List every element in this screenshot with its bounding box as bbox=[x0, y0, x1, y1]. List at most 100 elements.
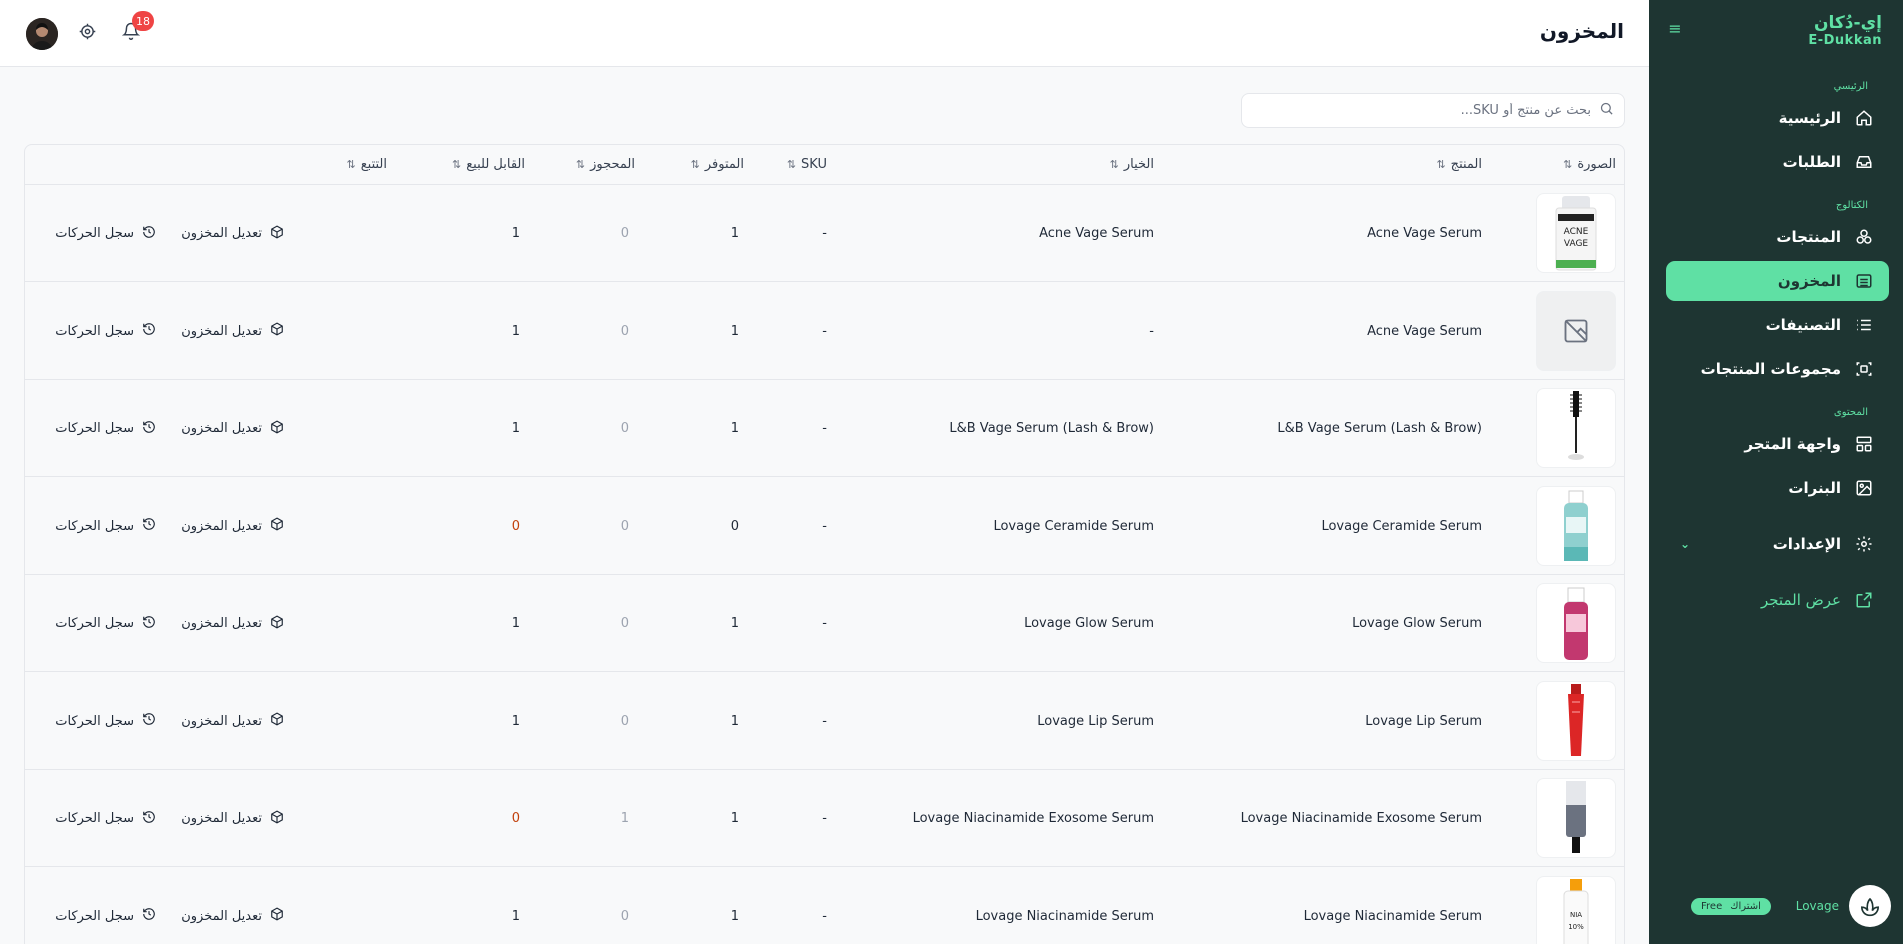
svg-text:VAGE: VAGE bbox=[1564, 239, 1589, 249]
svg-text:ACNE: ACNE bbox=[1564, 227, 1589, 237]
sidebar-item-home[interactable]: الرئيسية bbox=[1666, 98, 1889, 138]
brand-arabic: إي-دُكان bbox=[1814, 13, 1882, 33]
sidebar-item-label: مجموعات المنتجات bbox=[1700, 360, 1841, 378]
movement-history-label: سجل الحركات bbox=[55, 226, 134, 241]
variant-name: Lovage Lip Serum bbox=[1037, 713, 1154, 729]
available-value: 0 bbox=[730, 518, 739, 534]
edit-inventory-label: تعديل المخزون bbox=[181, 518, 262, 534]
cube-icon bbox=[270, 614, 284, 633]
sidebar-item-products[interactable]: المنتجات bbox=[1666, 217, 1889, 257]
store-name: Lovage bbox=[1795, 899, 1839, 913]
edit-inventory-label: تعديل المخزون bbox=[181, 616, 262, 631]
movement-history-button[interactable]: سجل الحركات bbox=[55, 673, 156, 770]
movement-history-label: سجل الحركات bbox=[55, 421, 134, 436]
movement-history-button[interactable]: سجل الحركات bbox=[55, 575, 156, 672]
store-logo-icon bbox=[1849, 885, 1891, 927]
edit-inventory-button[interactable]: تعديل المخزون bbox=[181, 283, 284, 380]
product-name: Lovage Lip Serum bbox=[1365, 713, 1482, 729]
notification-count-badge: 18 bbox=[132, 11, 154, 31]
table-header: الصورة ⇅ المنتج ⇅ الخيار ⇅ SKU ⇅ المتوفر ⇅ ال… bbox=[25, 145, 1624, 185]
settings-gear-icon[interactable] bbox=[76, 23, 96, 43]
edit-inventory-button[interactable]: تعديل المخزون bbox=[181, 185, 284, 282]
column-header-tracking[interactable]: التتبع ⇅ bbox=[347, 157, 387, 172]
sort-icon: ⇅ bbox=[452, 158, 462, 171]
sidebar-item-categories[interactable]: التصنيفات bbox=[1666, 305, 1889, 345]
column-label: الخيار bbox=[1123, 157, 1154, 172]
column-header-available[interactable]: المتوفر ⇅ bbox=[691, 157, 744, 172]
edit-inventory-button[interactable]: تعديل المخزون bbox=[181, 770, 284, 867]
sidebar-item-label: البنرات bbox=[1788, 479, 1841, 497]
external-link-icon bbox=[1853, 589, 1875, 611]
movement-history-button[interactable]: سجل الحركات bbox=[55, 770, 156, 867]
sku-value: - bbox=[822, 713, 827, 729]
column-header-variant[interactable]: الخيار ⇅ bbox=[1110, 157, 1154, 172]
variant-name: Lovage Niacinamide Exosome Serum bbox=[912, 811, 1154, 826]
menu-toggle-icon[interactable]: ≡ bbox=[1666, 20, 1684, 38]
sidebar-item-collections[interactable]: مجموعات المنتجات bbox=[1666, 349, 1889, 389]
search-input[interactable] bbox=[1242, 103, 1591, 118]
sidebar-item-storefront[interactable]: واجهة المتجر bbox=[1666, 424, 1889, 464]
history-icon bbox=[142, 712, 156, 730]
sku-value: - bbox=[822, 616, 827, 631]
section-label-content: المحتوى bbox=[1833, 407, 1868, 418]
column-label: المتوفر bbox=[704, 157, 744, 172]
column-header-image[interactable]: الصورة ⇅ bbox=[1563, 157, 1616, 172]
view-store-link[interactable]: عرض المتجر bbox=[1666, 580, 1889, 620]
variant-name: Lovage Glow Serum bbox=[1024, 616, 1154, 631]
sidebar-item-orders[interactable]: الطلبات bbox=[1666, 142, 1889, 182]
available-value: 1 bbox=[730, 323, 739, 339]
reserved-value: 0 bbox=[620, 616, 629, 631]
avatar[interactable] bbox=[26, 18, 58, 50]
available-value: 1 bbox=[730, 713, 739, 729]
search-box[interactable] bbox=[1241, 93, 1625, 128]
sellable-value: 1 bbox=[511, 323, 520, 339]
movement-history-label: سجل الحركات bbox=[55, 811, 134, 826]
brand-english: E-Dukkan bbox=[1808, 33, 1882, 48]
movement-history-button[interactable]: سجل الحركات bbox=[55, 478, 156, 575]
edit-inventory-button[interactable]: تعديل المخزون bbox=[181, 478, 284, 575]
store-profile[interactable]: Lovage اشتراك Free bbox=[1661, 884, 1891, 928]
product-name: Lovage Niacinamide Serum bbox=[1303, 908, 1482, 924]
history-icon bbox=[142, 225, 156, 243]
movement-history-label: سجل الحركات bbox=[55, 713, 134, 729]
movement-history-button[interactable]: سجل الحركات bbox=[55, 868, 156, 944]
chevron-down-icon: ⌄ bbox=[1680, 537, 1691, 551]
plan-value: Free bbox=[1701, 900, 1723, 912]
sidebar-item-inventory[interactable]: المخزون bbox=[1666, 261, 1889, 301]
product-name: L&B Vage Serum (Lash & Brow) bbox=[1277, 421, 1482, 436]
cube-icon bbox=[270, 517, 284, 535]
edit-inventory-label: تعديل المخزون bbox=[181, 811, 262, 826]
table-row: Lovage Glow Serum Lovage Glow Serum - 1 0 1 تع… bbox=[25, 575, 1624, 672]
edit-inventory-label: تعديل المخزون bbox=[181, 908, 262, 924]
movement-history-label: سجل الحركات bbox=[55, 616, 134, 631]
edit-inventory-button[interactable]: تعديل المخزون bbox=[181, 868, 284, 944]
variant-name: Lovage Niacinamide Serum bbox=[975, 908, 1154, 924]
brand-logo[interactable]: إي-دُكان E-Dukkan bbox=[1808, 14, 1882, 50]
cube-icon bbox=[270, 712, 284, 730]
history-icon bbox=[142, 907, 156, 925]
column-header-sku[interactable]: SKU ⇅ bbox=[787, 157, 827, 172]
image-icon bbox=[1853, 477, 1875, 499]
main-content: الصورة ⇅ المنتج ⇅ الخيار ⇅ SKU ⇅ المتوفر ⇅ ال… bbox=[0, 67, 1649, 944]
edit-inventory-label: تعديل المخزون bbox=[181, 713, 262, 729]
product-name: Lovage Glow Serum bbox=[1352, 616, 1482, 631]
plan-badge: اشتراك Free bbox=[1691, 897, 1771, 915]
movement-history-button[interactable]: سجل الحركات bbox=[55, 380, 156, 477]
column-header-reserved[interactable]: المحجوز ⇅ bbox=[576, 157, 635, 172]
history-icon bbox=[142, 615, 156, 633]
edit-inventory-button[interactable]: تعديل المخزون bbox=[181, 575, 284, 672]
product-thumbnail bbox=[1536, 485, 1616, 566]
movement-history-button[interactable]: سجل الحركات bbox=[55, 283, 156, 380]
section-label-catalog: الكتالوج bbox=[1835, 200, 1868, 211]
edit-inventory-label: تعديل المخزون bbox=[181, 421, 262, 436]
sidebar-item-banners[interactable]: البنرات bbox=[1666, 468, 1889, 508]
product-thumbnail: NIA 10% bbox=[1536, 875, 1616, 944]
column-header-sellable[interactable]: القابل للبيع ⇅ bbox=[452, 157, 525, 172]
edit-inventory-button[interactable]: تعديل المخزون bbox=[181, 673, 284, 770]
edit-inventory-button[interactable]: تعديل المخزون bbox=[181, 380, 284, 477]
sidebar-item-settings[interactable]: الإعدادات ⌄ bbox=[1666, 524, 1889, 564]
movement-history-button[interactable]: سجل الحركات bbox=[55, 185, 156, 282]
variant-name: L&B Vage Serum (Lash & Brow) bbox=[949, 421, 1154, 436]
history-icon bbox=[142, 810, 156, 828]
column-header-product[interactable]: المنتج ⇅ bbox=[1436, 157, 1482, 172]
